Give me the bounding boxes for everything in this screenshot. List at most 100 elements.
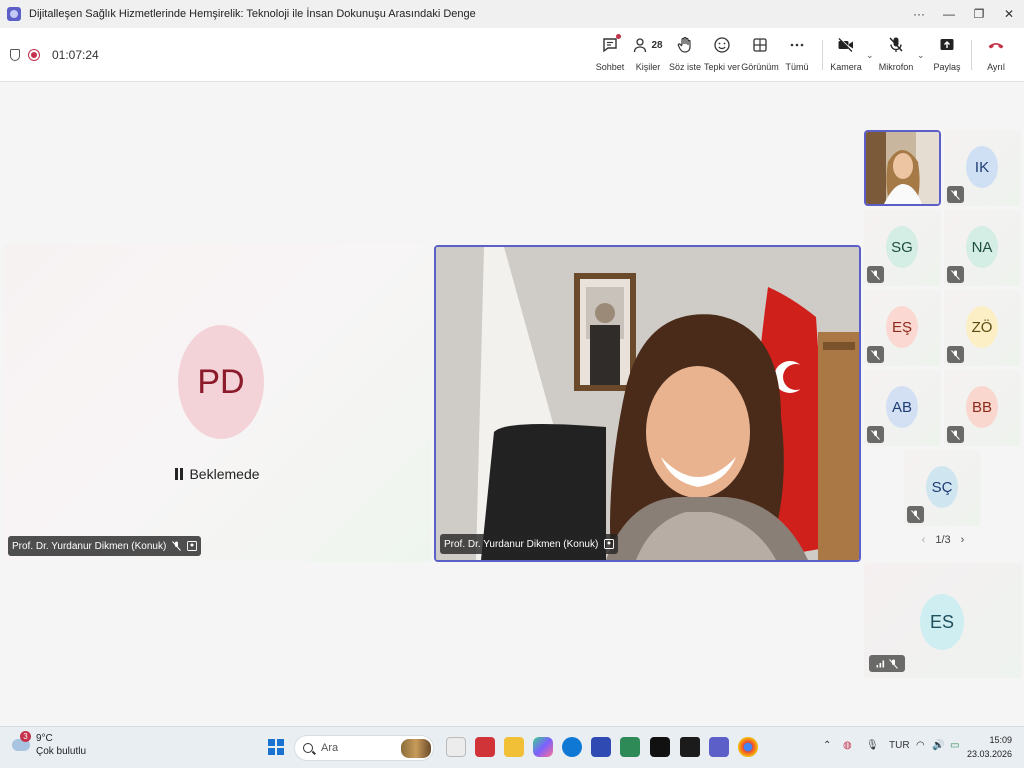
self-tile[interactable]: ES bbox=[864, 563, 1022, 678]
close-button[interactable]: ✕ bbox=[994, 0, 1024, 28]
pause-icon bbox=[175, 468, 184, 480]
store-icon[interactable] bbox=[591, 737, 611, 757]
start-button[interactable] bbox=[268, 739, 284, 755]
network-app-icon[interactable] bbox=[620, 737, 640, 757]
participant-nametag: Prof. Dr. Yurdanur Dikmen (Konuk) bbox=[8, 536, 202, 556]
shield-icon[interactable] bbox=[10, 49, 20, 61]
title-bar: Dijitalleşen Sağlık Hizmetlerinde Hemşir… bbox=[0, 0, 1024, 28]
gallery-tile-es-2[interactable]: EŞ bbox=[864, 290, 941, 366]
more-options-button[interactable]: ··· bbox=[904, 0, 934, 28]
gallery-tile-sg[interactable]: SG bbox=[864, 210, 941, 286]
mic-off-icon bbox=[888, 34, 904, 56]
avatar: SG bbox=[886, 226, 918, 268]
avatar: ES bbox=[920, 594, 964, 650]
wifi-icon[interactable]: ◠ bbox=[916, 740, 925, 751]
avatar: SÇ bbox=[926, 466, 958, 508]
gallery-tile-zo[interactable]: ZÖ bbox=[944, 290, 1021, 366]
dark-app-icon[interactable] bbox=[680, 737, 700, 757]
cloud-icon: 3 bbox=[12, 731, 31, 751]
security-icon[interactable]: ◍ bbox=[843, 740, 852, 751]
meeting-stage: PD Beklemede Prof. Dr. Yurdanur Dikmen (… bbox=[0, 82, 1024, 726]
smile-icon bbox=[713, 34, 731, 56]
search-placeholder: Ara bbox=[321, 742, 339, 754]
file-explorer-icon[interactable] bbox=[504, 737, 524, 757]
weather-text: 9°C Çok bulutlu bbox=[36, 732, 86, 758]
minimize-button[interactable]: — bbox=[934, 0, 964, 28]
camera-label: Kamera bbox=[830, 62, 862, 72]
window-controls: ··· — ❐ ✕ bbox=[904, 0, 1024, 28]
weather-widget[interactable]: 3 9°C Çok bulutlu bbox=[12, 731, 86, 758]
grid-icon bbox=[752, 34, 768, 56]
mic-button[interactable]: Mikrofon bbox=[873, 34, 919, 72]
guest-icon bbox=[604, 539, 615, 549]
mic-off-icon bbox=[867, 426, 884, 443]
weather-temp: 9°C bbox=[36, 733, 53, 744]
gallery-tile-na[interactable]: NA bbox=[944, 210, 1021, 286]
teams-taskbar-icon[interactable] bbox=[709, 737, 729, 757]
sigma-app-icon[interactable] bbox=[650, 737, 670, 757]
avatar: EŞ bbox=[886, 306, 918, 348]
participant-video-tile[interactable]: Prof. Dr. Yurdanur Dikmen (Konuk) bbox=[434, 245, 861, 562]
signal-icon bbox=[876, 660, 885, 668]
more-button[interactable]: Tümü bbox=[774, 34, 820, 72]
participant-nametag: Prof. Dr. Yurdanur Dikmen (Konuk) bbox=[440, 534, 619, 554]
pager-next-button[interactable]: › bbox=[961, 534, 965, 546]
ellipsis-icon bbox=[789, 34, 805, 56]
unread-dot bbox=[616, 34, 621, 39]
app-red-icon[interactable] bbox=[475, 737, 495, 757]
language-indicator[interactable]: TUR bbox=[889, 740, 910, 751]
mic-off-icon bbox=[172, 541, 182, 551]
microphone-icon[interactable]: 🎙 bbox=[866, 740, 879, 751]
clock[interactable]: 15:09 23.03.2026 bbox=[967, 733, 1012, 761]
clock-date: 23.03.2026 bbox=[966, 749, 1012, 759]
edge-icon[interactable] bbox=[562, 737, 582, 757]
mic-off-icon bbox=[867, 346, 884, 363]
volume-icon[interactable]: 🔊 bbox=[932, 740, 944, 751]
raise-hand-label: Söz iste bbox=[668, 62, 701, 72]
share-label: Paylaş bbox=[933, 62, 961, 72]
participant-name: Prof. Dr. Yurdanur Dikmen (Konuk) bbox=[444, 538, 599, 550]
chrome-icon[interactable] bbox=[738, 737, 758, 757]
gallery-tile-ab[interactable]: AB bbox=[864, 370, 941, 446]
mic-off-icon bbox=[947, 346, 964, 363]
gallery-tile-bb[interactable]: BB bbox=[944, 370, 1021, 446]
gallery-tile-ik[interactable]: IK bbox=[944, 130, 1021, 206]
copilot-icon[interactable] bbox=[533, 737, 553, 757]
pager-prev-button[interactable]: ‹ bbox=[922, 534, 926, 546]
avatar: BB bbox=[966, 386, 998, 428]
avatar: NA bbox=[966, 226, 998, 268]
windows-taskbar: 3 9°C Çok bulutlu Ara ⌃ ◍ 🎙 TUR ◠ 🔊 ▭ 15… bbox=[0, 726, 1024, 768]
avatar: IK bbox=[966, 146, 998, 188]
search-highlight-image bbox=[401, 739, 431, 758]
camera-button[interactable]: Kamera bbox=[823, 34, 869, 72]
weather-desc: Çok bulutlu bbox=[36, 746, 87, 757]
task-view-icon[interactable] bbox=[446, 737, 466, 757]
people-label: Kişiler bbox=[635, 62, 661, 72]
participant-tile-on-hold[interactable]: PD Beklemede Prof. Dr. Yurdanur Dikmen (… bbox=[4, 244, 431, 562]
chat-icon bbox=[601, 34, 621, 56]
mic-label: Mikrofon bbox=[878, 62, 914, 72]
show-hidden-icons-button[interactable]: ⌃ bbox=[823, 740, 831, 751]
recording-icon[interactable] bbox=[28, 49, 40, 61]
battery-icon[interactable]: ▭ bbox=[950, 740, 959, 751]
more-label: Tümü bbox=[785, 62, 809, 72]
react-label: Tepki ver bbox=[703, 62, 740, 72]
self-video-thumbnail bbox=[866, 132, 939, 204]
weather-badge: 3 bbox=[20, 731, 31, 742]
taskbar-search[interactable]: Ara bbox=[294, 735, 434, 761]
gallery-tile-sc[interactable]: SÇ bbox=[904, 450, 981, 526]
share-button[interactable]: Paylaş bbox=[924, 34, 970, 72]
toolbar-divider bbox=[971, 40, 972, 70]
self-status-chip bbox=[869, 655, 905, 672]
search-icon bbox=[303, 743, 313, 753]
chat-label: Sohbet bbox=[595, 62, 625, 72]
mic-off-icon bbox=[947, 186, 964, 203]
avatar: AB bbox=[886, 386, 918, 428]
restore-button[interactable]: ❐ bbox=[964, 0, 994, 28]
hangup-icon bbox=[987, 34, 1005, 56]
guest-icon bbox=[187, 541, 198, 551]
window-title: Dijitalleşen Sağlık Hizmetlerinde Hemşir… bbox=[29, 8, 476, 20]
leave-button[interactable]: Ayrıl bbox=[973, 34, 1019, 72]
hand-icon bbox=[677, 34, 693, 56]
gallery-tile-self-video[interactable] bbox=[864, 130, 941, 206]
